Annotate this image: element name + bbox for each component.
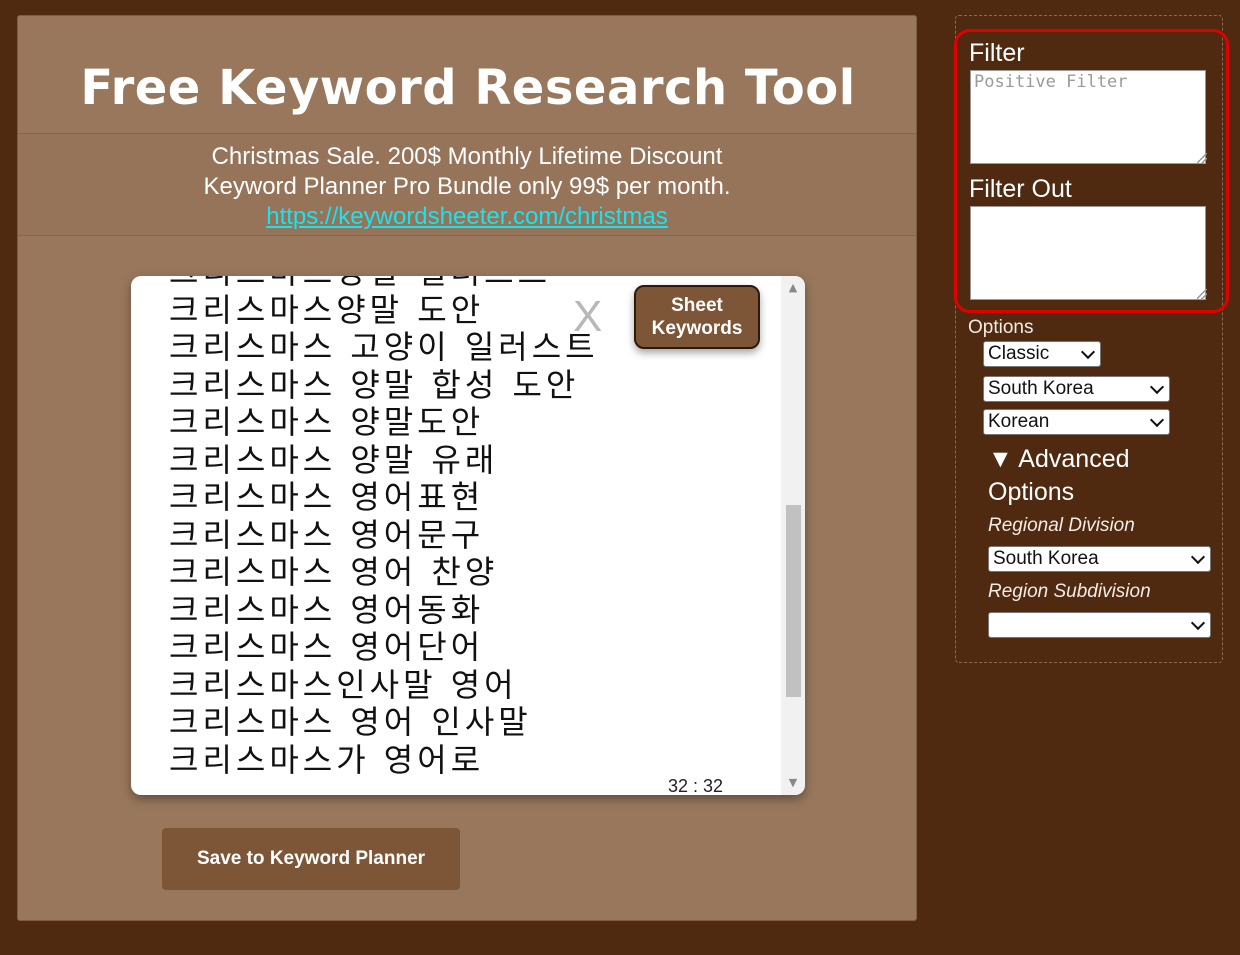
keyword-item: 크리스마스인사말 영어 <box>169 665 518 704</box>
keyword-item: 크리스마스가 영어로 <box>169 740 485 779</box>
filter-sidebar: Filter Filter Out Options Classic South … <box>955 15 1223 663</box>
keyword-item: 크리스마스양말 일러스트 <box>169 276 599 292</box>
promo-link[interactable]: https://keywordsheeter.com/christmas <box>266 203 667 230</box>
promo-banner: Christmas Sale. 200$ Monthly Lifetime Di… <box>18 133 916 236</box>
chevron-down-icon <box>1080 344 1096 359</box>
region-subdivision-select[interactable] <box>988 612 1211 638</box>
keyword-item: 크리스마스 영어표현 <box>169 478 485 516</box>
keyword-count: 32 : 32 <box>668 776 724 795</box>
keyword-scrollbar[interactable]: ▲ ▼ <box>781 276 805 795</box>
promo-line-2: Keyword Planner Pro Bundle only 99$ per … <box>203 173 731 200</box>
promo-line-1: Christmas Sale. 200$ Monthly Lifetime Di… <box>211 143 723 170</box>
language-select-value: Korean <box>988 411 1050 432</box>
mode-select-value: Classic <box>988 343 1050 364</box>
regional-division-value: South Korea <box>993 548 1099 569</box>
keyword-item: 크리스마스양말 도안 <box>169 290 485 329</box>
positive-filter-input[interactable] <box>970 70 1206 164</box>
advanced-options-text: Options <box>988 478 1075 506</box>
keyword-item: 크리스마스 양말도안 <box>169 403 485 441</box>
keyword-item: 크리스마스 영어동화 <box>169 590 485 629</box>
language-select[interactable]: Korean <box>983 409 1170 435</box>
scroll-up-arrow-icon[interactable]: ▲ <box>781 278 805 298</box>
keyword-item: 크리스마스 양말 유래 <box>169 440 499 479</box>
keyword-results-box[interactable]: 크리스마스양말 일러스트 크리스마스양말 도안 크리스마스 고양이 일러스트 크… <box>131 276 805 795</box>
chevron-down-icon <box>1190 615 1206 630</box>
country-select-value: South Korea <box>988 378 1094 399</box>
scroll-thumb[interactable] <box>786 505 801 698</box>
page-title: Free Keyword Research Tool <box>80 60 856 116</box>
scroll-down-arrow-icon[interactable]: ▼ <box>781 773 805 793</box>
filter-out-label: Filter Out <box>969 175 1072 203</box>
regional-division-label: Regional Division <box>988 515 1135 536</box>
keyword-item: 크리스마스 양말 합성 도안 <box>169 365 580 404</box>
region-subdivision-label: Region Subdivision <box>988 581 1151 602</box>
close-icon[interactable]: X <box>573 292 602 342</box>
chevron-down-icon <box>1149 379 1165 394</box>
filter-out-input[interactable] <box>970 206 1206 300</box>
advanced-options-toggle[interactable]: ▼ Advanced Options <box>988 443 1130 509</box>
regional-division-select[interactable]: South Korea <box>988 546 1211 572</box>
keyword-item: 크리스마스 고양이 일러스트 <box>169 328 599 366</box>
keyword-item: 크리스마스 영어 찬양 <box>169 553 499 591</box>
keyword-item: 크리스마스 영어문구 <box>169 515 485 554</box>
options-label: Options <box>968 317 1034 338</box>
sheet-keywords-button[interactable]: Sheet Keywords <box>634 285 760 349</box>
keyword-item: 크리스마스 영어단어 <box>169 628 485 666</box>
filter-label: Filter <box>969 39 1025 67</box>
chevron-down-icon <box>1190 549 1206 564</box>
save-to-keyword-planner-button[interactable]: Save to Keyword Planner <box>162 828 460 890</box>
advanced-toggle-text: ▼ Advanced <box>988 445 1130 473</box>
chevron-down-icon <box>1149 412 1165 427</box>
main-panel: Free Keyword Research Tool Christmas Sal… <box>17 15 917 921</box>
country-select[interactable]: South Korea <box>983 376 1170 402</box>
keyword-item: 크리스마스 영어 인사말 <box>169 703 532 741</box>
keyword-list: 크리스마스양말 일러스트 크리스마스양말 도안 크리스마스 고양이 일러스트 크… <box>169 276 599 779</box>
mode-select[interactable]: Classic <box>983 341 1101 367</box>
